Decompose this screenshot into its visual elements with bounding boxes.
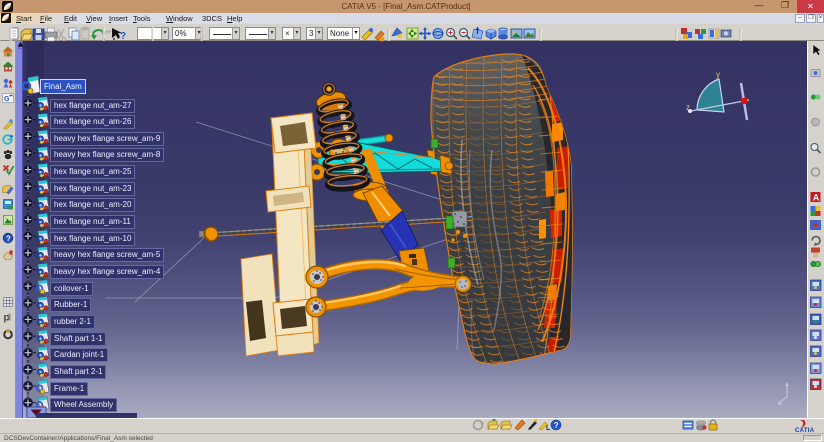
svg-text:y: y xyxy=(716,70,720,79)
svg-text:z: z xyxy=(686,103,690,112)
